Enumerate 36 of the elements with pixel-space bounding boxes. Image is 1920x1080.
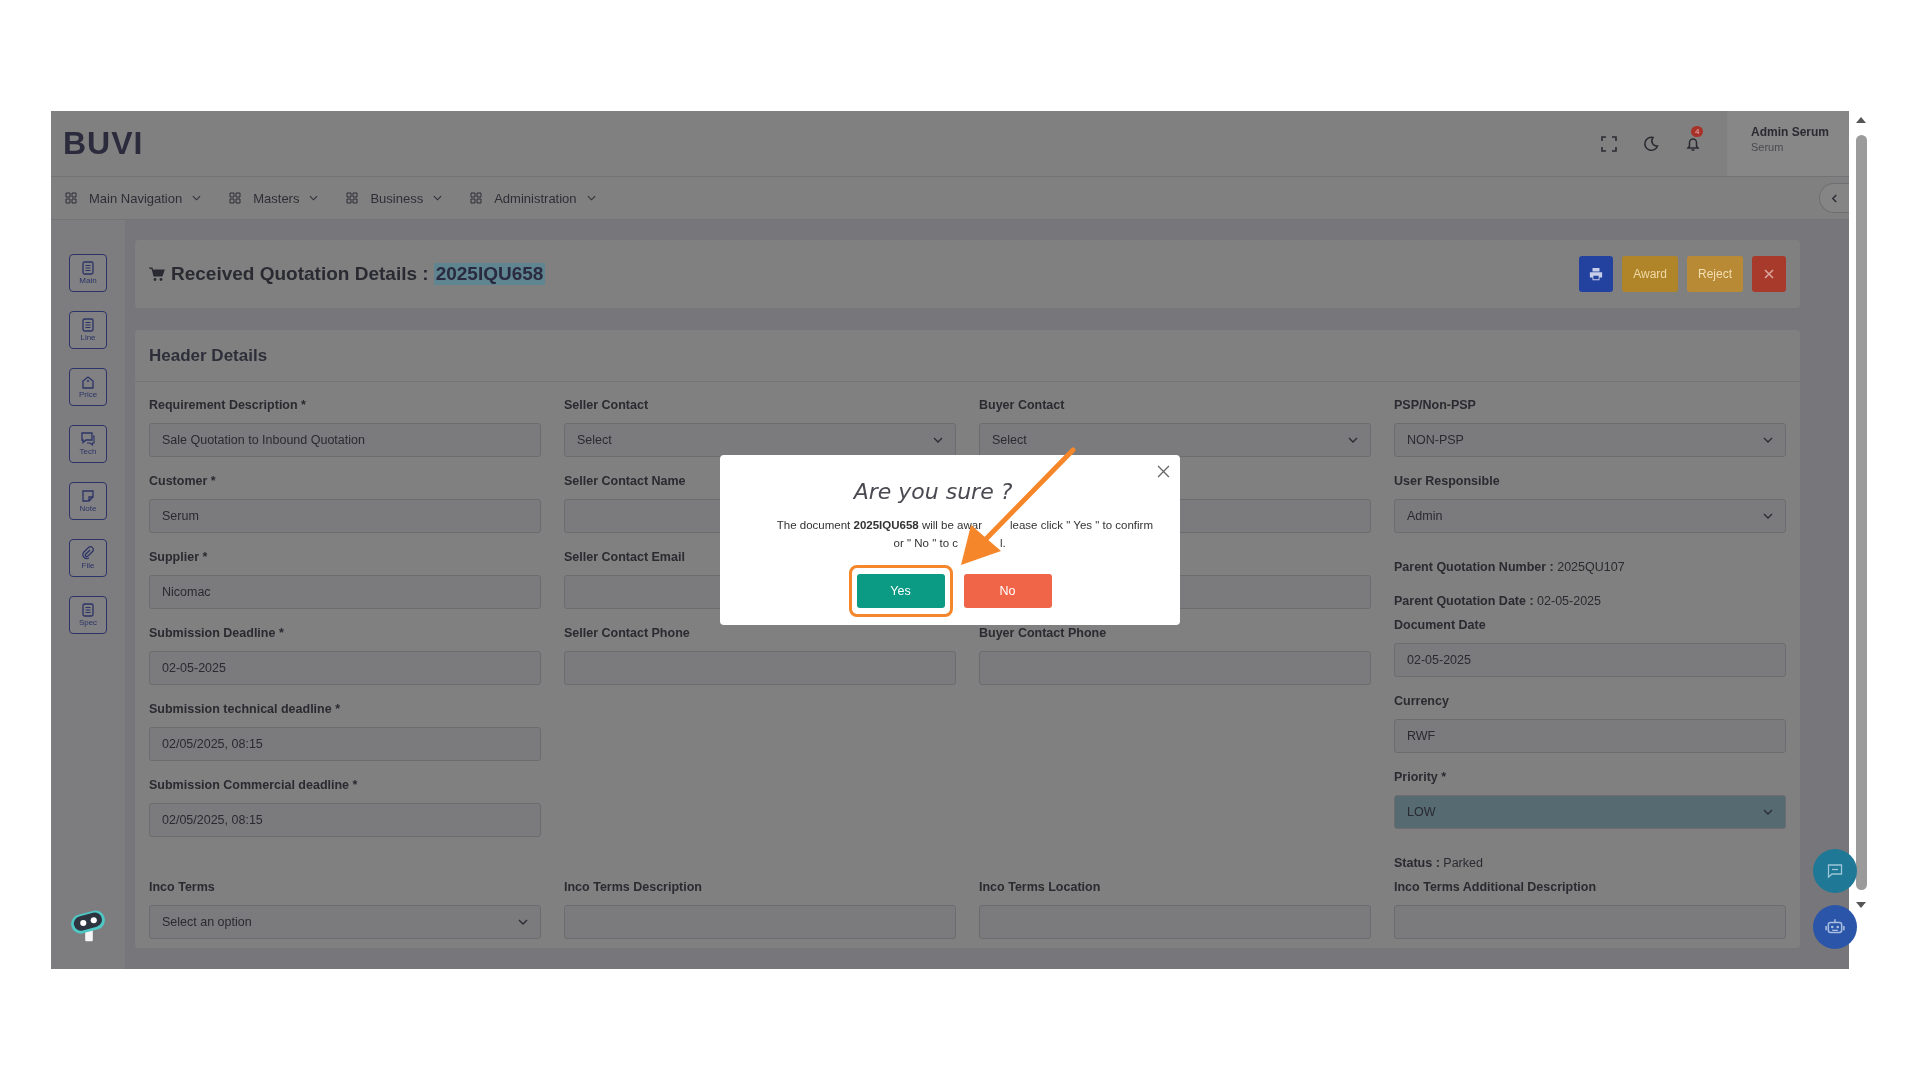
field-label: Inco Terms (149, 880, 216, 896)
field-label: Buyer Contact (979, 398, 1066, 414)
dialog-message: l. (1000, 536, 1006, 551)
field-label: Buyer Contact Phone (979, 626, 1108, 642)
document-number: 2025IQU658 (433, 263, 546, 285)
info-text: Parent Quotation Date : 02-05-2025 (1394, 594, 1601, 608)
field-label: PSP/Non-PSP (1394, 398, 1477, 414)
page-title: Received Quotation Details : (171, 263, 429, 285)
field-label: Inco Terms Location (979, 880, 1102, 896)
logo: BUVI (63, 125, 144, 162)
dialog-message: The document 2025IQU658 will be awar (775, 518, 982, 533)
field-label: Inco Terms Additional Description (1394, 880, 1598, 896)
field-label: Priority * (1394, 770, 1448, 786)
notification-badge: 4 (1691, 125, 1704, 137)
dialog-message: lease click " Yes " to confirm (1010, 518, 1154, 533)
field-label: Seller Contact Phone (564, 626, 691, 642)
field-label: Customer * (149, 474, 217, 490)
field-label: Inco Terms Description (564, 880, 703, 896)
field-label: Document Date (1394, 618, 1487, 634)
field-label: Currency (1394, 694, 1450, 710)
field-label: Supplier * (149, 550, 209, 566)
field-label: Submission Commercial deadline * (149, 778, 359, 794)
field-label: Requirement Description * (149, 398, 307, 414)
dialog-message: or " No " to c (892, 536, 958, 551)
field-label: User Responsible (1394, 474, 1501, 490)
info-text: Status : Parked (1394, 856, 1483, 870)
field-label: Submission technical deadline * (149, 702, 342, 718)
info-text: Parent Quotation Number : 2025QU107 (1394, 560, 1625, 574)
field-label: Seller Contact Name (564, 474, 687, 490)
field-label: Seller Contact Email (564, 550, 686, 566)
user-role: Serum (1751, 141, 1785, 153)
dialog-title: Are you sure ? (853, 479, 1013, 504)
user-name: Admin Serum (1751, 125, 1830, 139)
field-label: Submission Deadline * (149, 626, 285, 642)
field-label: Seller Contact (564, 398, 650, 414)
section-title: Header Details (149, 345, 268, 366)
